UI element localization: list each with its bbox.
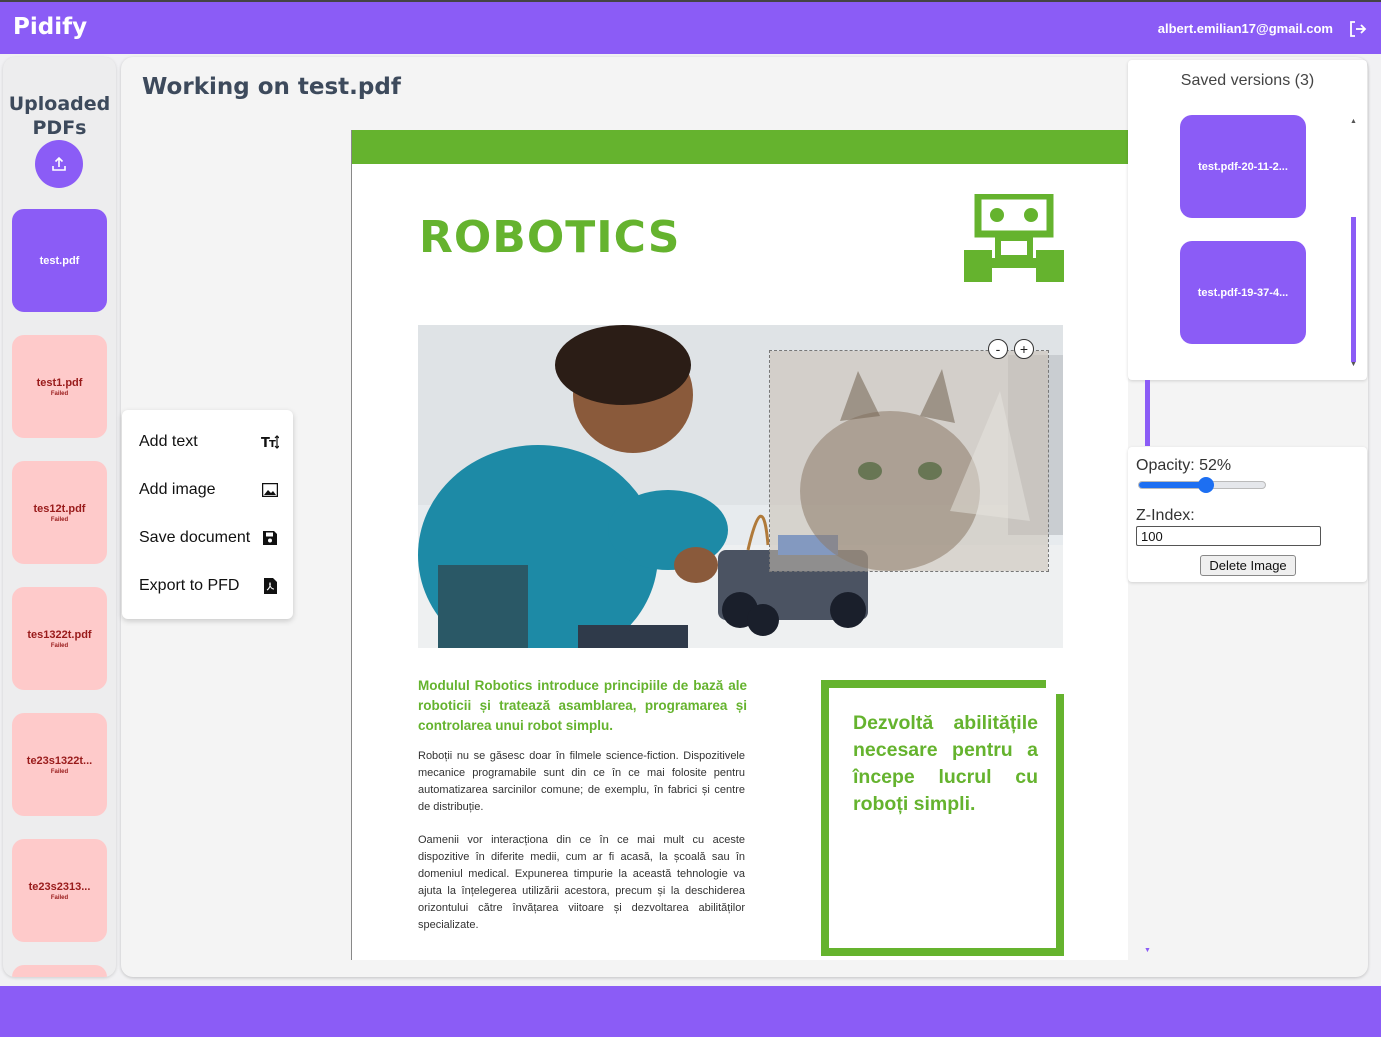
scroll-down-arrow[interactable]: ▼	[1350, 361, 1357, 368]
pdf-card[interactable]	[12, 965, 107, 977]
add-image-button[interactable]: Add image	[139, 475, 279, 505]
add-text-button[interactable]: Add text TT	[139, 427, 279, 457]
lead-paragraph: Modulul Robotics introduce principiile d…	[418, 678, 747, 733]
save-document-button[interactable]: Save document	[139, 523, 279, 553]
opacity-slider-thumb[interactable]	[1197, 477, 1214, 493]
zindex-input[interactable]	[1136, 526, 1321, 546]
doc-heading: ROBOTICS	[419, 212, 681, 263]
pdf-name: te23s2313...	[28, 880, 91, 893]
callout-text: Dezvoltă abilitățile necesare pentru a î…	[853, 712, 1038, 815]
header-band	[352, 130, 1128, 164]
add-text-label: Add text	[139, 433, 198, 450]
add-image-label: Add image	[139, 481, 216, 498]
image-icon	[261, 481, 279, 499]
pdf-card[interactable]: tes1322t.pdf Failed	[12, 587, 107, 690]
robot-icon	[964, 194, 1064, 282]
pdf-name: tes12t.pdf	[33, 502, 86, 515]
workspace-scrollbar[interactable]	[1145, 380, 1150, 446]
callout-notch	[1046, 680, 1064, 694]
export-pdf-label: Export to PFD	[139, 577, 240, 594]
version-card[interactable]: test.pdf-19-37-4...	[1180, 241, 1306, 344]
opacity-slider[interactable]	[1138, 477, 1266, 493]
uploaded-pdfs-sidebar: Uploaded PDFs test.pdf test1.pdf Failed …	[3, 57, 116, 977]
pdf-card[interactable]: te23s1322t... Failed	[12, 713, 107, 816]
pdf-card[interactable]: test1.pdf Failed	[12, 335, 107, 438]
version-card[interactable]: test.pdf-20-11-2...	[1180, 115, 1306, 218]
pdf-file-icon	[261, 577, 279, 595]
callout-box: Dezvoltă abilitățile necesare pentru a î…	[821, 680, 1064, 956]
zoom-out-button[interactable]: -	[988, 339, 1008, 359]
tool-menu: Add text TT Add image Save document Expo…	[122, 410, 293, 619]
app-logo[interactable]: Pidify	[13, 14, 87, 40]
image-properties-panel: Opacity: 52% Z-Index: Delete Image	[1128, 447, 1367, 582]
pdf-card[interactable]: te23s2313... Failed	[12, 839, 107, 942]
zoom-in-button[interactable]: +	[1014, 339, 1034, 359]
upload-button[interactable]	[35, 140, 83, 188]
version-name: test.pdf-20-11-2...	[1198, 160, 1288, 173]
opacity-label: Opacity: 52%	[1136, 457, 1232, 474]
body-paragraph: Roboții nu se găsesc doar în filmele sci…	[418, 750, 745, 813]
svg-text:T: T	[269, 439, 276, 450]
pdf-status: Failed	[50, 516, 69, 523]
save-document-label: Save document	[139, 529, 251, 546]
logout-icon[interactable]	[1347, 19, 1367, 39]
delete-image-button[interactable]: Delete Image	[1200, 555, 1296, 576]
footer-bar	[0, 986, 1381, 1037]
pdf-name: te23s1322t...	[26, 754, 93, 767]
placed-cat-image[interactable]: - +	[769, 339, 1049, 572]
pdf-card[interactable]: tes12t.pdf Failed	[12, 461, 107, 564]
opacity-slider-fill	[1139, 482, 1206, 488]
pdf-name: tes1322t.pdf	[27, 628, 92, 641]
saved-versions-panel: Saved versions (3) test.pdf-20-11-2... t…	[1128, 60, 1367, 380]
pdf-status: Failed	[50, 390, 69, 397]
pdf-status: Failed	[50, 768, 69, 775]
pdf-status: Failed	[50, 894, 69, 901]
pdf-page[interactable]: ROBOTICS - + Modulul Robotics introduce …	[351, 130, 1128, 960]
pdf-card[interactable]: test.pdf	[12, 209, 107, 312]
text-size-icon: TT	[261, 433, 279, 451]
versions-scrollbar[interactable]	[1351, 217, 1356, 362]
save-icon	[261, 529, 279, 547]
sidebar-title: Uploaded PDFs	[8, 93, 111, 139]
pdf-status: Failed	[50, 642, 69, 649]
pdf-name: test.pdf	[39, 254, 80, 267]
page-title: Working on test.pdf	[142, 74, 401, 100]
body-paragraph: Oamenii vor interacționa din ce în ce ma…	[418, 834, 745, 931]
workspace-scroll-down-arrow[interactable]: ▼	[1144, 947, 1151, 954]
zindex-label: Z-Index:	[1136, 507, 1195, 524]
user-email: albert.emilian17@gmail.com	[1157, 21, 1333, 36]
upload-icon	[52, 156, 66, 171]
saved-versions-title: Saved versions (3)	[1180, 72, 1315, 89]
scroll-up-arrow[interactable]: ▲	[1350, 118, 1357, 125]
export-pdf-button[interactable]: Export to PFD	[139, 571, 279, 601]
pdf-name: test1.pdf	[36, 376, 83, 389]
top-bar: Pidify albert.emilian17@gmail.com	[0, 0, 1381, 54]
version-name: test.pdf-19-37-4...	[1197, 286, 1289, 299]
